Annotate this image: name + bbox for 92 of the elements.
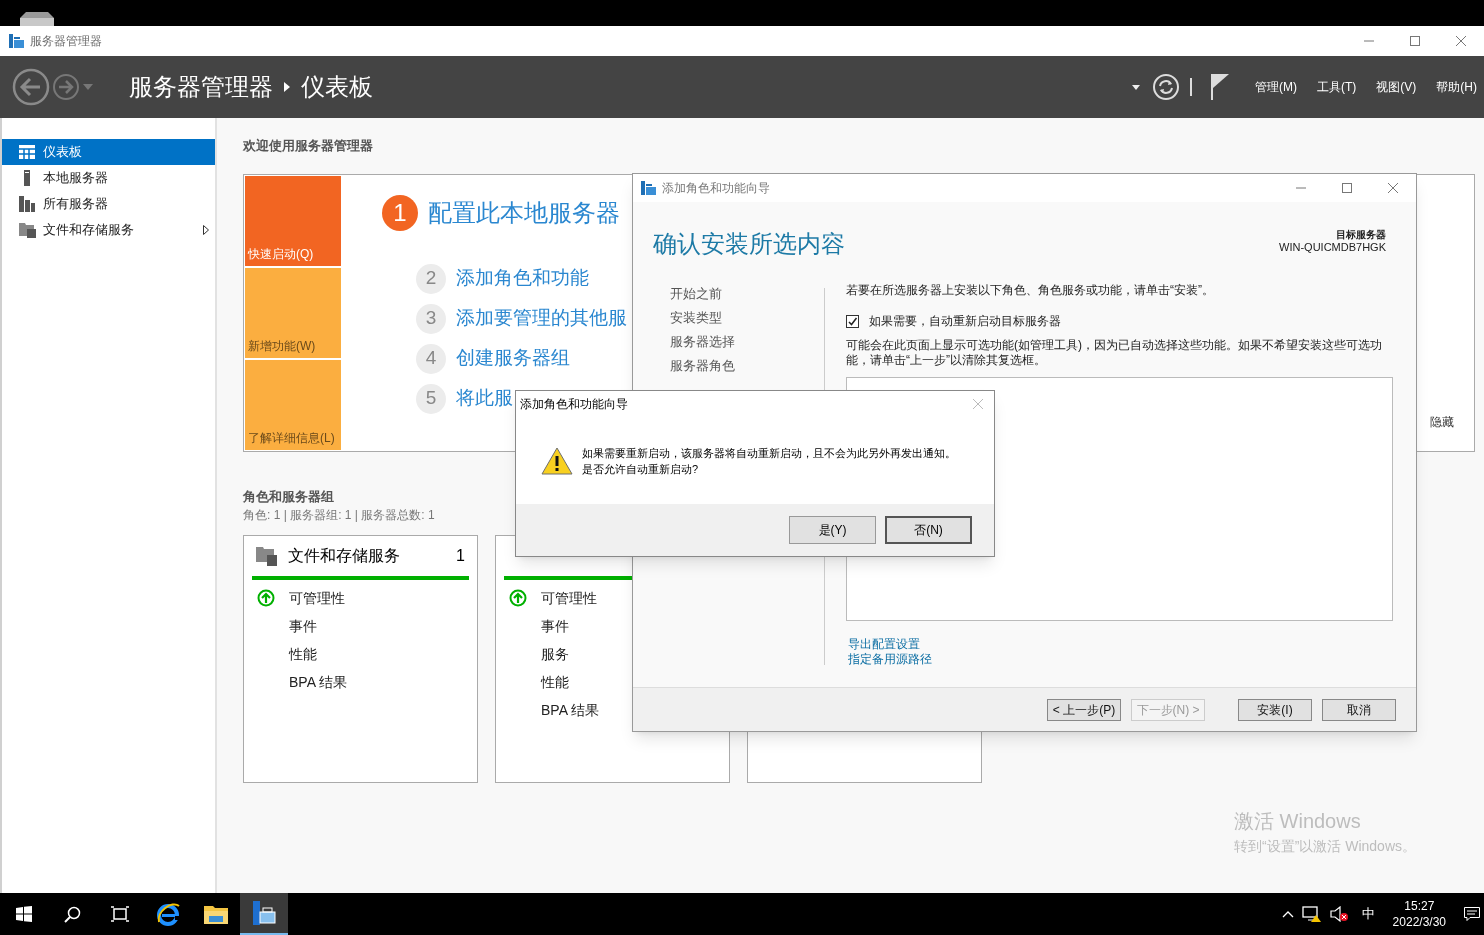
step-number: 5 xyxy=(416,383,446,414)
wizard-heading: 确认安装所选内容 xyxy=(653,229,845,259)
step-link[interactable]: 将此服 xyxy=(456,384,513,413)
folder-icon xyxy=(18,222,36,238)
taskbar-button[interactable] xyxy=(240,893,288,935)
menu-item[interactable]: 工具(T) xyxy=(1317,78,1357,96)
step-number: 1 xyxy=(382,194,418,231)
volume-muted-icon[interactable] xyxy=(1329,906,1348,922)
card-link[interactable]: BPA 结果 xyxy=(541,699,600,721)
server-icon xyxy=(18,196,36,212)
caret-icon[interactable] xyxy=(1132,84,1140,90)
note-text: 可能会在此页面上显示可选功能(如管理工具)，因为已自动选择这些功能。如果不希望安装这些可选功能，请单击“上一步”以清除其复选框。 xyxy=(846,338,1383,368)
section-heading: 角色和服务器组 xyxy=(243,487,335,506)
warning-icon xyxy=(541,446,573,475)
activation-text: 转到“设置”以激活 Windows。 xyxy=(1234,837,1416,856)
flag-icon[interactable] xyxy=(1211,74,1229,100)
message-text: 是否允许自动重新启动? xyxy=(582,461,700,477)
role-card[interactable]: 文件和存储服务 1 可管理性 事件 性能 BPA 结果 xyxy=(243,535,478,783)
activation-title: 激活 Windows xyxy=(1234,809,1362,834)
step-number: 3 xyxy=(416,303,446,334)
link[interactable]: 导出配置设置 xyxy=(848,637,920,652)
folder-icon xyxy=(204,904,228,924)
sidebar-item[interactable]: 仪表板 xyxy=(2,139,215,165)
hide-link[interactable]: 隐藏 xyxy=(1430,412,1454,431)
sidebar-item[interactable]: 所有服务器 xyxy=(2,191,215,217)
message-text: 如果需要重新启动，该服务器将自动重新启动，且不会为此另外再发出通知。 xyxy=(582,445,956,461)
card-link[interactable]: 可管理性 xyxy=(289,587,345,609)
step-link[interactable]: 添加角色和功能 xyxy=(456,264,589,293)
wizard-step[interactable]: 安装类型 xyxy=(670,308,824,332)
card-link[interactable]: 事件 xyxy=(541,615,569,637)
breadcrumb-item[interactable]: 仪表板 xyxy=(301,69,373,105)
browser-icon xyxy=(156,902,180,926)
step-number: 2 xyxy=(416,263,446,294)
dialog-button[interactable]: 是(Y) xyxy=(789,516,876,544)
link[interactable]: 指定备用源路径 xyxy=(848,652,932,667)
window-title: 添加角色和功能向导 xyxy=(662,180,770,197)
quick-tile[interactable]: 新增功能(W) xyxy=(245,267,341,358)
wizard-button[interactable]: 安装(I) xyxy=(1238,698,1312,721)
target-server: WIN-QUICMDB7HGK xyxy=(1279,241,1386,254)
card-link[interactable]: 可管理性 xyxy=(541,587,597,609)
clock[interactable]: 15:27 2022/3/30 xyxy=(1392,898,1446,930)
date-text: 2022/3/30 xyxy=(1392,914,1446,930)
checkbox[interactable] xyxy=(846,314,859,328)
card-link[interactable]: BPA 结果 xyxy=(289,671,348,693)
time-text: 15:27 xyxy=(1404,898,1435,914)
server-manager-icon xyxy=(251,901,277,925)
window-title: 服务器管理器 xyxy=(30,33,102,50)
drive-icon[interactable] xyxy=(18,12,56,26)
folder-icon xyxy=(256,546,278,566)
menu-item[interactable]: 管理(M) xyxy=(1255,78,1297,96)
menu-item[interactable]: 视图(V) xyxy=(1376,78,1417,96)
card-title[interactable]: 文件和存储服务 xyxy=(288,544,400,568)
step-link[interactable]: 创建服务器组 xyxy=(456,344,570,373)
card-link[interactable]: 事件 xyxy=(289,615,317,637)
dialog-title: 添加角色和功能向导 xyxy=(520,396,628,413)
step-link[interactable]: 添加要管理的其他服 xyxy=(456,304,627,333)
wizard-button[interactable]: 取消 xyxy=(1322,698,1396,721)
start-icon xyxy=(16,906,32,922)
network-warning-icon[interactable] xyxy=(1301,906,1322,922)
breadcrumb-item[interactable]: 服务器管理器 xyxy=(129,69,273,105)
step-link[interactable]: 配置此本地服务器 xyxy=(428,194,620,231)
dialog-button[interactable]: 否(N) xyxy=(885,516,972,544)
refresh-icon[interactable] xyxy=(1152,73,1180,101)
target-label: 目标服务器 xyxy=(1336,228,1386,241)
wizard-step[interactable]: 开始之前 xyxy=(670,284,824,308)
instruction-text: 若要在所选服务器上安装以下角色、角色服务或功能，请单击“安装”。 xyxy=(846,282,1215,299)
step-number: 4 xyxy=(416,343,446,374)
quick-tile[interactable]: 了解详细信息(L) xyxy=(245,359,341,450)
card-link[interactable]: 性能 xyxy=(541,671,569,693)
app-icon xyxy=(641,181,656,195)
grid-icon xyxy=(18,145,36,159)
ime-indicator[interactable]: 中 xyxy=(1361,904,1375,924)
notification-icon[interactable] xyxy=(1464,907,1480,921)
wizard-button[interactable]: < 上一步(P) xyxy=(1047,698,1121,721)
wizard-step[interactable]: 服务器选择 xyxy=(670,332,824,356)
card-count: 1 xyxy=(456,546,465,566)
search-icon xyxy=(63,905,81,923)
card-link[interactable]: 性能 xyxy=(289,643,317,665)
wizard-step[interactable]: 服务器角色 xyxy=(670,356,824,380)
app-icon xyxy=(9,34,24,48)
checkbox-label[interactable]: 如果需要，自动重新启动目标服务器 xyxy=(869,312,1061,330)
section-heading: 欢迎使用服务器管理器 xyxy=(243,137,374,155)
task-view-icon xyxy=(111,906,129,922)
menu-item[interactable]: 帮助(H) xyxy=(1436,78,1477,96)
summary-text: 角色: 1 | 服务器组: 1 | 服务器总数: 1 xyxy=(243,507,436,524)
card-link[interactable]: 服务 xyxy=(541,643,569,665)
chevron-up-icon[interactable] xyxy=(1281,910,1294,918)
back-icon[interactable] xyxy=(12,68,50,106)
expand-icon[interactable] xyxy=(203,225,209,235)
chevron-icon xyxy=(284,82,290,92)
sidebar-item[interactable]: 本地服务器 xyxy=(2,165,215,191)
sidebar-item[interactable]: 文件和存储服务 xyxy=(2,217,215,243)
